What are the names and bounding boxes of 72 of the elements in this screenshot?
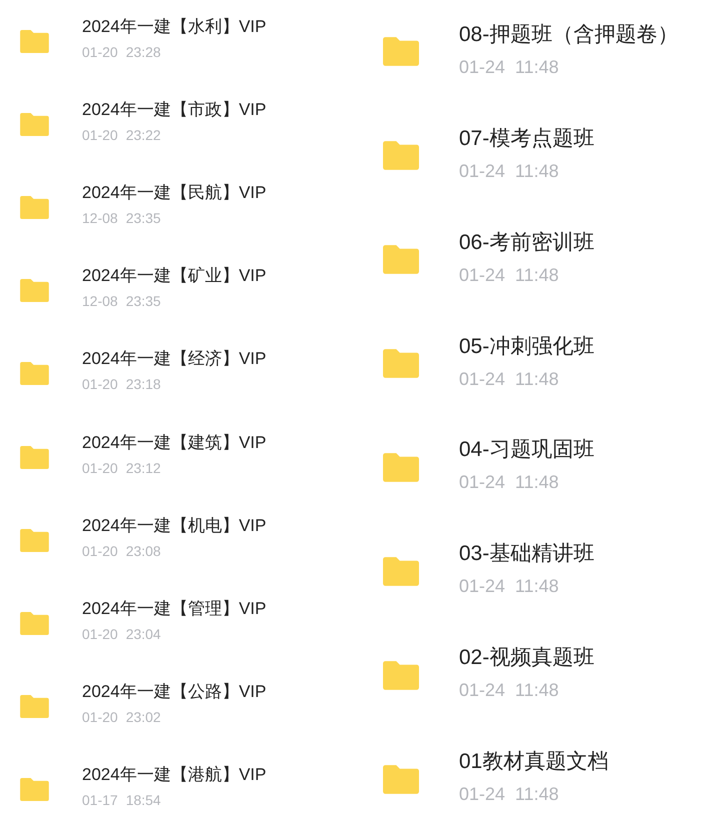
modified-date: 01-24: [459, 56, 506, 78]
modified-time: 18:54: [126, 790, 161, 809]
folder-icon: [20, 612, 49, 635]
folder-name: 2024年一建【管理】VIP: [82, 598, 266, 620]
folder-name: 2024年一建【市政】VIP: [82, 99, 266, 122]
modified-date: 01-24: [459, 575, 506, 598]
folder-name: 2024年一建【港航】VIP: [82, 764, 266, 786]
modified-date: 01-24: [459, 368, 506, 390]
modified-date: 01-24: [459, 471, 506, 494]
folder-name: 05-冲刺强化班: [459, 334, 594, 360]
folder-name: 2024年一建【建筑】VIP: [82, 432, 266, 454]
modified-time: 11:48: [515, 471, 559, 494]
modified-date: 01-24: [459, 783, 506, 806]
modified-time: 11:48: [515, 783, 559, 806]
modified-time: 11:48: [515, 368, 559, 390]
folder-name: 2024年一建【机电】VIP: [82, 514, 266, 537]
folder-name: 06-考前密训班: [459, 230, 594, 256]
modified-time: 11:48: [515, 264, 559, 286]
modified-date: 01-24: [459, 160, 506, 182]
modified-time: 11:48: [515, 56, 559, 78]
modified-date: 01-20: [82, 708, 118, 726]
modified-time: 23:22: [126, 126, 161, 144]
modified-date: 01-20: [82, 624, 118, 643]
folder-icon: [383, 764, 419, 794]
modified-time: 23:02: [126, 708, 161, 726]
modified-time: 23:35: [126, 209, 161, 228]
modified-time: 11:48: [515, 575, 559, 598]
modified-date: 01-20: [82, 43, 118, 62]
folder-icon: [20, 113, 49, 136]
modified-date: 01-20: [82, 126, 118, 144]
folder-name: 04-习题巩固班: [459, 437, 594, 464]
folder-name: 2024年一建【公路】VIP: [82, 680, 266, 703]
folder-icon: [20, 694, 49, 718]
folder-icon: [20, 528, 49, 552]
modified-time: 23:35: [126, 292, 161, 310]
modified-date: 12-08: [82, 209, 118, 228]
modified-time: 23:04: [126, 624, 161, 643]
modified-time: 23:18: [126, 375, 161, 394]
modified-date: 01-24: [459, 679, 506, 702]
modified-date: 01-20: [82, 375, 118, 394]
modified-time: 11:48: [515, 679, 559, 702]
folder-icon: [383, 452, 419, 482]
modified-date: 01-20: [82, 458, 118, 477]
folder-icon: [20, 196, 49, 220]
folder-icon: [20, 446, 49, 469]
folder-icon: [383, 660, 419, 690]
folder-icon: [383, 141, 419, 170]
folder-icon: [20, 778, 49, 801]
folder-name: 01教材真题文档: [459, 749, 608, 776]
modified-time: 23:12: [126, 458, 161, 477]
folder-name: 08-押题班（含押题卷）: [459, 22, 678, 48]
folder-name: 07-模考点题班: [459, 126, 594, 152]
modified-date: 01-24: [459, 264, 506, 286]
folder-name: 2024年一建【水利】VIP: [82, 16, 266, 38]
folder-name: 03-基础精讲班: [459, 541, 594, 568]
folder-icon: [383, 556, 419, 586]
folder-icon: [383, 245, 419, 274]
folder-name: 2024年一建【民航】VIP: [82, 182, 266, 204]
folder-icon: [20, 362, 49, 386]
modified-time: 11:48: [515, 160, 559, 182]
folder-name: 2024年一建【经济】VIP: [82, 348, 266, 370]
modified-time: 23:28: [126, 43, 161, 62]
folder-name: 2024年一建【矿业】VIP: [82, 265, 266, 288]
modified-date: 01-20: [82, 542, 118, 560]
modified-time: 23:08: [126, 542, 161, 560]
folder-icon: [20, 279, 49, 302]
folder-icon: [20, 30, 49, 54]
modified-date: 12-08: [82, 292, 118, 310]
folder-name: 02-视频真题班: [459, 645, 594, 672]
folder-icon: [383, 37, 419, 66]
folder-icon: [383, 349, 419, 378]
modified-date: 01-17: [82, 790, 118, 809]
